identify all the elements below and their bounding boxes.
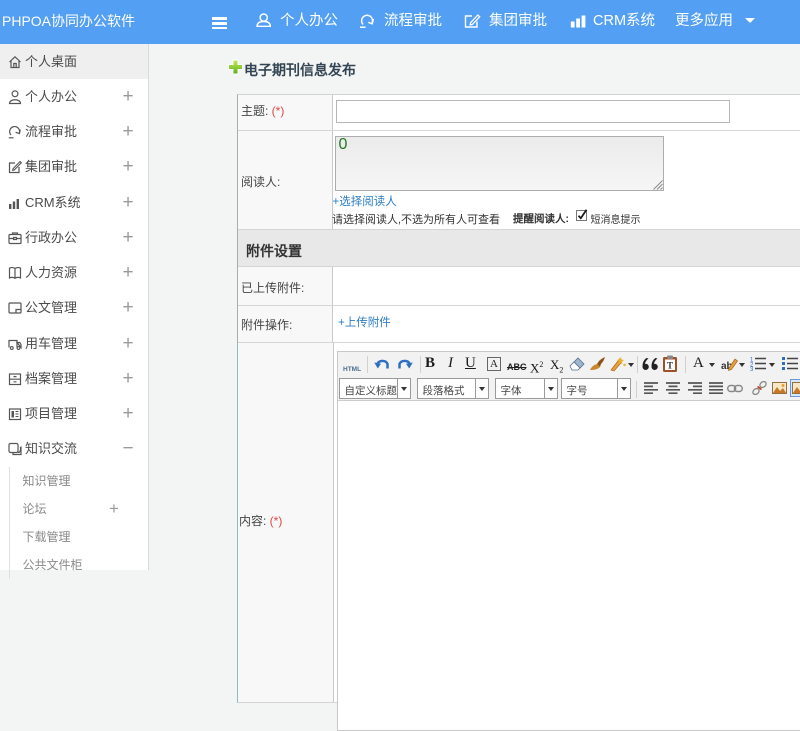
- svg-text:3: 3: [750, 367, 754, 371]
- svg-text:T: T: [667, 361, 673, 371]
